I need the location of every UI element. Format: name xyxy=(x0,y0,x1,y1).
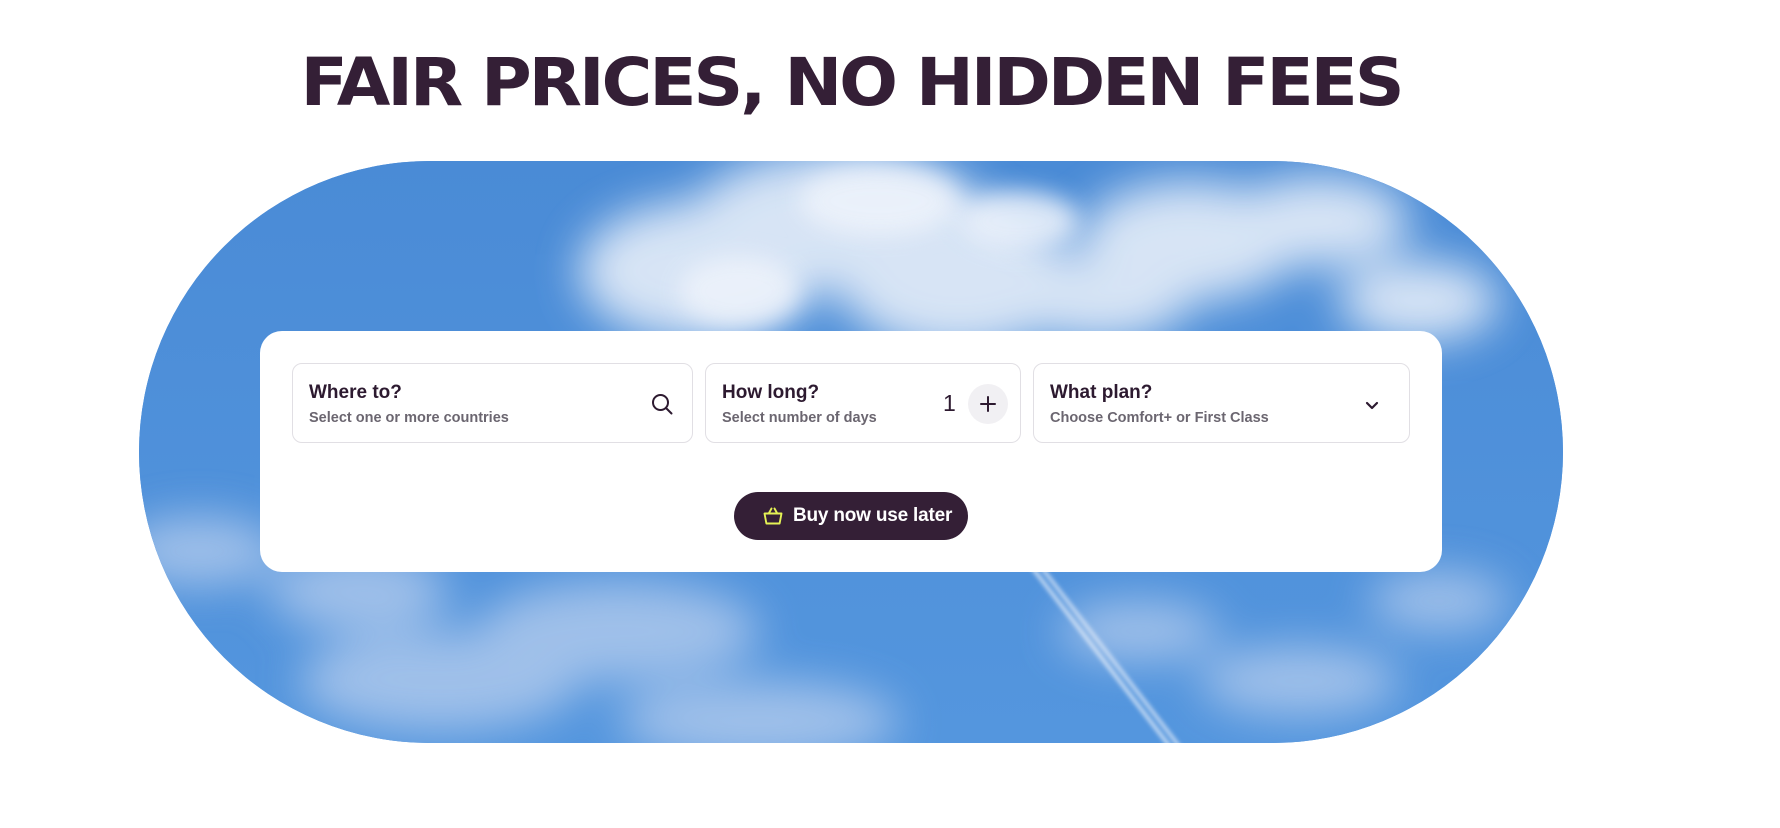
buy-now-button[interactable]: Buy now use later xyxy=(734,492,968,540)
duration-title: How long? xyxy=(722,382,820,403)
duration-subtitle: Select number of days xyxy=(722,410,877,426)
plan-select[interactable]: What plan? Choose Comfort+ or First Clas… xyxy=(1033,363,1410,443)
destination-field[interactable]: Where to? Select one or more countries xyxy=(292,363,693,443)
page: FAIR PRICES, NO HIDDEN FEES Where to? Se… xyxy=(0,0,1780,828)
destination-subtitle: Select one or more countries xyxy=(309,410,509,426)
basket-icon xyxy=(763,507,783,525)
booking-card: Where to? Select one or more countries H… xyxy=(260,331,1442,572)
day-count-value: 1 xyxy=(943,390,956,416)
destination-title: Where to? xyxy=(309,382,402,403)
page-headline: FAIR PRICES, NO HIDDEN FEES xyxy=(300,44,1404,121)
duration-field[interactable]: How long? Select number of days 1 xyxy=(705,363,1021,443)
plus-icon xyxy=(980,396,996,412)
plan-subtitle: Choose Comfort+ or First Class xyxy=(1050,410,1269,426)
increment-days-button[interactable] xyxy=(968,384,1008,424)
search-icon[interactable] xyxy=(650,392,674,416)
chevron-down-icon[interactable] xyxy=(1363,396,1381,414)
buy-now-label: Buy now use later xyxy=(793,505,953,526)
plan-title: What plan? xyxy=(1050,382,1153,403)
